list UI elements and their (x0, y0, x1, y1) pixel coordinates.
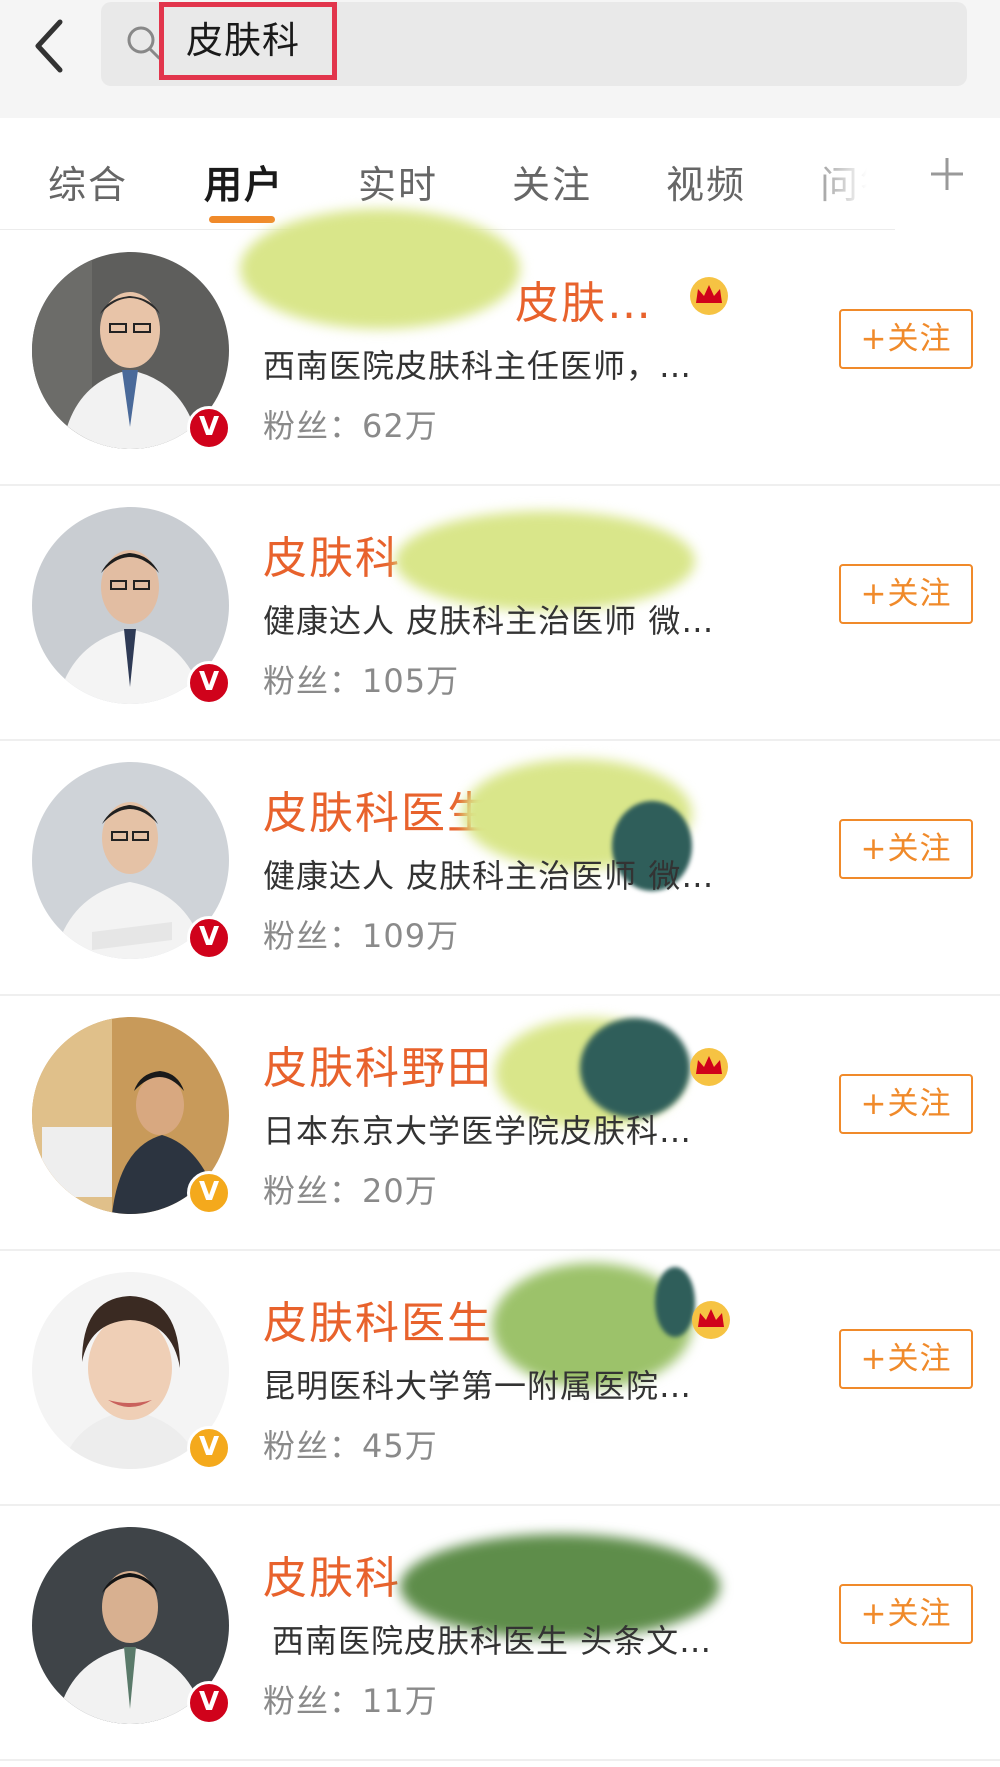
list-item[interactable]: V 皮肤科 健康达人 皮肤科主治医师 微… 粉丝：105万 +关注 (0, 486, 1000, 741)
back-button[interactable] (28, 14, 84, 78)
user-name[interactable]: 皮肤… (515, 267, 653, 331)
plus-icon[interactable] (927, 154, 967, 194)
chevron-left-icon (35, 19, 63, 73)
user-description: 西南医院皮肤科主任医师，… (263, 347, 693, 385)
redaction-scribble (240, 209, 520, 329)
user-name[interactable]: 皮肤科 (263, 522, 401, 586)
user-description: 日本东京大学医学院皮肤科… (263, 1112, 693, 1150)
search-icon (127, 26, 161, 60)
follow-button[interactable]: +关注 (839, 564, 973, 624)
redaction-scribble (580, 1018, 690, 1118)
user-description: 西南医院皮肤科医生 头条文… (272, 1622, 713, 1660)
tab-fade-overlay (790, 118, 900, 228)
tab-following[interactable]: 关注 (512, 154, 592, 209)
user-followers: 粉丝：109万 (263, 917, 460, 955)
user-description: 健康达人 皮肤科主治医师 微… (263, 857, 715, 895)
follow-button[interactable]: +关注 (839, 1074, 973, 1134)
user-followers: 粉丝：11万 (263, 1682, 438, 1720)
user-name[interactable]: 皮肤科医生 (263, 1287, 493, 1351)
crown-icon (690, 277, 728, 315)
tab-video[interactable]: 视频 (666, 154, 746, 209)
redaction-scribble (655, 1267, 695, 1337)
user-name[interactable]: 皮肤科 (263, 1542, 401, 1606)
follow-button[interactable]: +关注 (839, 1584, 973, 1644)
user-followers: 粉丝：45万 (263, 1427, 438, 1465)
top-bar: 皮肤科 (0, 0, 1000, 119)
user-description: 昆明医科大学第一附属医院… (263, 1367, 693, 1405)
list-item[interactable]: V 皮肤科野田 日本东京大学医学院皮肤科… 粉丝：20万 +关注 (0, 996, 1000, 1251)
tab-comprehensive[interactable]: 综合 (48, 154, 128, 209)
verified-badge-icon: V (187, 406, 231, 450)
tab-bar: 综合 用户 实时 关注 视频 问答 (0, 118, 1000, 230)
user-name[interactable]: 皮肤科野田 (263, 1032, 493, 1096)
search-input[interactable]: 皮肤科 (101, 2, 967, 86)
list-item[interactable]: V 皮肤科 西南医院皮肤科医生 头条文… 粉丝：11万 +关注 (0, 1506, 1000, 1761)
tab-realtime[interactable]: 实时 (358, 154, 438, 209)
user-followers: 粉丝：62万 (263, 407, 438, 445)
verified-badge-icon: V (187, 916, 231, 960)
user-description: 健康达人 皮肤科主治医师 微… (263, 602, 715, 640)
verified-badge-icon: V (187, 1426, 231, 1470)
search-query-text[interactable]: 皮肤科 (159, 2, 337, 80)
verified-badge-icon: V (187, 661, 231, 705)
follow-button[interactable]: +关注 (839, 1329, 973, 1389)
user-name[interactable]: 皮肤科医生 (263, 777, 493, 841)
crown-icon (690, 1048, 728, 1086)
follow-button[interactable]: +关注 (839, 819, 973, 879)
user-list: V 皮肤… 西南医院皮肤科主任医师，… 粉丝：62万 +关注 V 皮肤科 健康达… (0, 209, 1000, 1761)
active-tab-indicator (209, 216, 275, 223)
crown-icon (692, 1301, 730, 1339)
verified-badge-icon: V (187, 1681, 231, 1725)
tab-users[interactable]: 用户 (204, 154, 284, 209)
user-followers: 粉丝：20万 (263, 1172, 438, 1210)
user-followers: 粉丝：105万 (263, 662, 460, 700)
follow-button[interactable]: +关注 (839, 309, 973, 369)
list-item[interactable]: V 皮肤… 西南医院皮肤科主任医师，… 粉丝：62万 +关注 (0, 209, 1000, 486)
list-item[interactable]: V 皮肤科医生 健康达人 皮肤科主治医师 微… 粉丝：109万 +关注 (0, 741, 1000, 996)
verified-badge-icon: V (187, 1171, 231, 1215)
list-item[interactable]: V 皮肤科医生 昆明医科大学第一附属医院… 粉丝：45万 +关注 (0, 1251, 1000, 1506)
